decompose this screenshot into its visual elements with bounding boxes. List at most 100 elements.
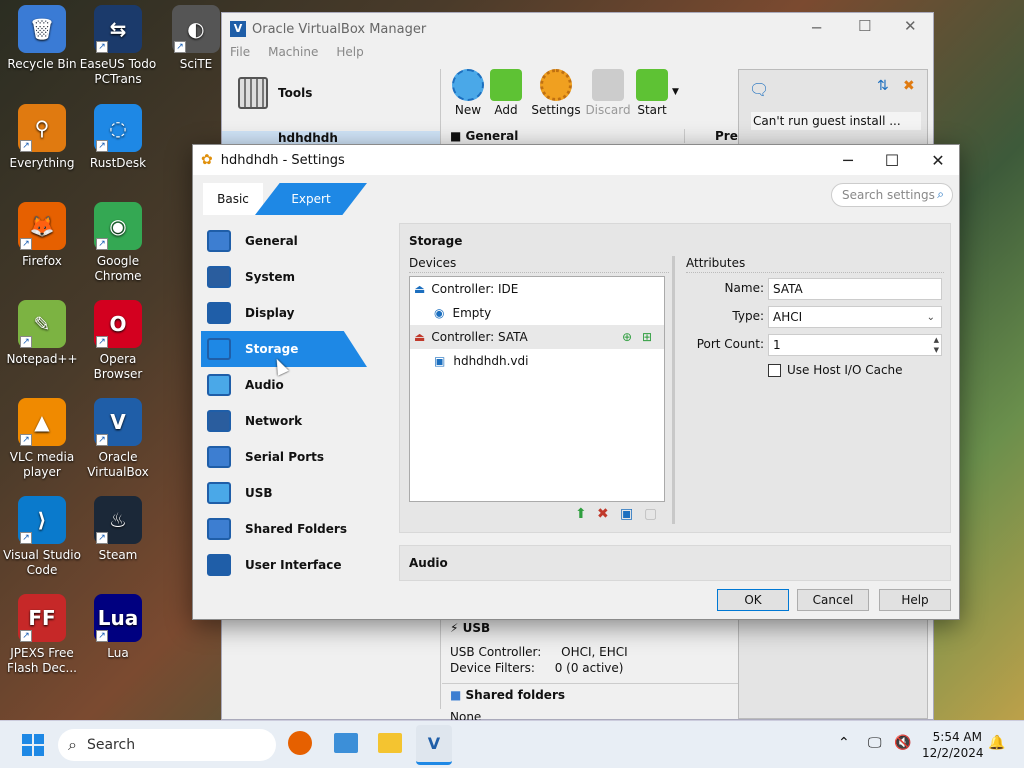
user-interface-icon	[207, 554, 231, 576]
desktop-icon-11[interactable]: ⟩ Visual Studio Code ↗	[0, 496, 84, 578]
sidebar-item-user-interface[interactable]: User Interface	[201, 547, 367, 583]
ok-button[interactable]: OK	[717, 589, 789, 611]
minimize-icon[interactable]: ─	[812, 19, 821, 37]
start-button[interactable]: Start	[628, 69, 676, 117]
sata-disk-row[interactable]: ▣ hdhdhdh.vdi	[410, 349, 528, 373]
name-input[interactable]: SATA	[768, 278, 942, 300]
shared-folders-header: ■ Shared folders	[442, 683, 738, 706]
empty-label: Empty	[452, 306, 492, 320]
devices-tree[interactable]: ⏏ Controller: IDE ◉ Empty ⏏ Controller: …	[409, 276, 665, 502]
usb-icon	[207, 482, 231, 504]
desktop-icon-7[interactable]: ✎ Notepad++ ↗	[0, 300, 84, 367]
folder-taskbar-icon[interactable]	[378, 733, 402, 753]
menu-machine[interactable]: Machine	[268, 45, 318, 67]
network-icon[interactable]: 🖵	[868, 735, 882, 751]
clock[interactable]: 5:54 AM 12/2/2024	[922, 729, 984, 761]
start-windows-icon[interactable]	[22, 734, 44, 756]
add-attachment-icon[interactable]: ▣	[620, 506, 633, 522]
add-button[interactable]: Add	[482, 69, 530, 117]
menu-file[interactable]: File	[230, 45, 250, 67]
dialog-minimize-icon[interactable]: ─	[825, 145, 871, 175]
chevron-down-icon: ⌄	[926, 311, 935, 323]
search-icon: ⌕	[937, 187, 944, 201]
desktop-icon-9[interactable]: ▲ VLC media player ↗	[0, 398, 84, 480]
remove-controller-icon[interactable]: ✖	[597, 506, 609, 522]
display-icon	[207, 302, 231, 324]
sidebar-item-label: Shared Folders	[245, 522, 347, 536]
close-icon[interactable]: ✕	[904, 17, 917, 35]
notification-clear-icon[interactable]: ✖	[903, 78, 915, 94]
port-count-spinbox[interactable]: 1 ▲ ▼	[768, 334, 942, 356]
device-filters-row: Device Filters: 0 (0 active)	[450, 661, 624, 675]
host-io-checkbox[interactable]	[768, 363, 781, 377]
sidebar-item-shared-folders[interactable]: Shared Folders	[201, 511, 367, 547]
shortcut-arrow-icon: ↗	[20, 238, 32, 250]
notification-filter-icon[interactable]: ⇅	[877, 78, 889, 94]
sidebar-item-network[interactable]: Network	[201, 403, 367, 439]
volume-muted-icon[interactable]: 🔇	[894, 735, 911, 751]
desktop-icon-10[interactable]: V Oracle VirtualBox ↗	[76, 398, 160, 480]
settings-button[interactable]: Settings	[528, 69, 584, 117]
menu-help[interactable]: Help	[336, 45, 363, 67]
new-label: New	[454, 103, 482, 117]
settings-dialog[interactable]: ✿ hdhdhdh - Settings ─ ☐ ✕ Basic Expert …	[192, 144, 960, 620]
add-controller-icon[interactable]: ⬆	[575, 506, 587, 522]
chevron-up-icon[interactable]: ⌃	[838, 735, 850, 751]
sidebar-item-label: Serial Ports	[245, 450, 325, 464]
sidebar-item-usb[interactable]: USB	[201, 475, 367, 511]
dialog-close-icon[interactable]: ✕	[915, 145, 961, 175]
taskbar-search-box[interactable]: ⌕ Search	[58, 729, 276, 761]
sidebar-item-system[interactable]: System	[201, 259, 367, 295]
desktop-icon-label: Lua	[107, 646, 129, 660]
discard-arrow-icon	[592, 69, 624, 101]
desktop-icon-0[interactable]: 🗑 Recycle Bin	[0, 5, 84, 72]
tools-item[interactable]: Tools	[238, 77, 312, 109]
panel-splitter[interactable]	[672, 256, 675, 524]
desktop-icon-14[interactable]: Lua Lua ↗	[76, 594, 160, 661]
add-harddisk-icon[interactable]: ⊞	[642, 330, 652, 344]
add-optical-icon[interactable]: ⊕	[622, 330, 632, 344]
sata-controller-label: Controller: SATA	[431, 330, 528, 344]
controller-ide-row[interactable]: ⏏ Controller: IDE	[410, 277, 664, 301]
firefox-taskbar-icon[interactable]	[288, 731, 312, 755]
desktop-icon-1[interactable]: ⇆ EaseUS Todo PCTrans ↗	[76, 5, 160, 87]
attributes-label: Attributes	[686, 256, 944, 273]
controller-sata-row[interactable]: ⏏ Controller: SATA ⊕ ⊞	[410, 325, 664, 349]
ide-controller-label: Controller: IDE	[431, 282, 519, 296]
tab-expert[interactable]: Expert	[255, 183, 367, 215]
search-input[interactable]: Search settings	[842, 188, 935, 202]
host-io-cache-checkbox-row[interactable]: Use Host I/O Cache	[768, 363, 903, 377]
desktop-icon-4[interactable]: ◌ RustDesk ↗	[76, 104, 160, 171]
tab-basic[interactable]: Basic	[203, 183, 263, 215]
storage-icon	[207, 338, 231, 360]
system-icon	[207, 266, 231, 288]
notification-item[interactable]: Can't run guest install ...	[751, 112, 921, 130]
start-dropdown-icon[interactable]: ▼	[672, 87, 679, 97]
help-button[interactable]: Help	[879, 589, 951, 611]
desktop-icon-13[interactable]: FF JPEXS Free Flash Dec... ↗	[0, 594, 84, 676]
dialog-maximize-icon[interactable]: ☐	[869, 145, 915, 175]
desktop-icon-5[interactable]: 🦊 Firefox ↗	[0, 202, 84, 269]
sidebar-item-display[interactable]: Display	[201, 295, 367, 331]
optical-disc-icon: ◉	[434, 306, 445, 320]
desktop-icon-8[interactable]: O Opera Browser ↗	[76, 300, 160, 382]
sidebar-item-label: General	[245, 234, 298, 248]
virtualbox-taskbar-icon[interactable]: V	[416, 725, 452, 765]
sidebar-item-serial-ports[interactable]: Serial Ports	[201, 439, 367, 475]
desktop-icon-3[interactable]: ⚲ Everything ↗	[0, 104, 84, 171]
explorer-taskbar-icon[interactable]	[334, 733, 358, 753]
desktop-icon-12[interactable]: ♨ Steam ↗	[76, 496, 160, 563]
cancel-button[interactable]: Cancel	[797, 589, 869, 611]
maximize-icon[interactable]: ☐	[858, 17, 871, 35]
ide-empty-row[interactable]: ◉ Empty	[410, 301, 491, 325]
desktop-icon-6[interactable]: ◉ Google Chrome ↗	[76, 202, 160, 284]
search-settings-field[interactable]: Search settings ⌕	[831, 183, 953, 207]
taskbar: ⌕ Search V ⌃ 🖵 🔇 5:54 AM 12/2/2024 🔔	[0, 720, 1024, 768]
sidebar-item-general[interactable]: General	[201, 223, 367, 259]
notification-bell-icon[interactable]: 🔔	[988, 735, 1005, 751]
desktop-icon-label: Firefox	[22, 254, 62, 268]
network-icon	[207, 410, 231, 432]
desktop-icon-label: EaseUS Todo PCTrans	[79, 57, 157, 86]
spin-arrows-icon[interactable]: ▲ ▼	[934, 335, 939, 355]
type-select[interactable]: AHCI ⌄	[768, 306, 942, 328]
